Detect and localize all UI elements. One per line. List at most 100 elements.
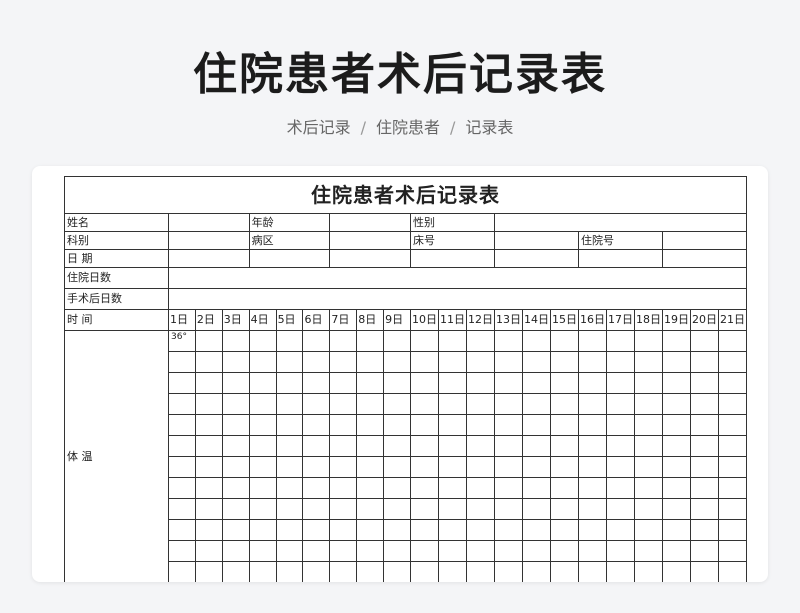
temperature-cell [168, 435, 196, 457]
temperature-cell [494, 561, 524, 582]
temperature-cell [302, 372, 331, 394]
postop-days-label: 手术后日数 [64, 288, 169, 310]
temperature-cell [168, 561, 196, 582]
page-title: 住院患者术后记录表 [193, 49, 607, 100]
temperature-cell [221, 393, 250, 415]
info-row-2: 科别 病区 床号 住院号 [64, 231, 748, 250]
temperature-cell [690, 435, 720, 457]
day-header-cell: 18日 [634, 309, 664, 331]
temperature-cell [466, 351, 496, 373]
temperature-cell [275, 477, 304, 499]
temperature-cell [329, 540, 358, 562]
temperature-cell [329, 498, 358, 520]
temperature-cell [168, 393, 196, 415]
date-cell [248, 249, 331, 268]
temperature-cell [302, 561, 331, 582]
temperature-cell [522, 372, 552, 394]
breadcrumb-separator: / [360, 118, 366, 137]
temperature-cell [248, 477, 277, 499]
temperature-cell [438, 540, 468, 562]
temperature-cell [438, 456, 468, 478]
temperature-cell [438, 414, 468, 436]
temperature-cell [275, 393, 304, 415]
temperature-cell [410, 372, 440, 394]
temperature-cell [718, 540, 748, 562]
temperature-cell [494, 372, 524, 394]
temperature-cell [248, 372, 277, 394]
temperature-cell [466, 456, 496, 478]
hospital-days-cell [167, 267, 748, 289]
time-row: 时 间 1日 2日 3日 4日 5日 6日 7日 8日 9日 10日 11日 12日 13日 14日 15日… [64, 309, 748, 331]
temperature-cell [662, 477, 692, 499]
temperature-cell [494, 456, 524, 478]
temperature-cell [438, 393, 468, 415]
temperature-cell [194, 393, 223, 415]
temperature-cell [718, 456, 748, 478]
temperature-cell [690, 372, 720, 394]
temperature-cell [302, 498, 331, 520]
temperature-cell [606, 477, 636, 499]
temperature-cell [494, 330, 524, 352]
temperature-cell [634, 477, 664, 499]
temperature-cell [550, 393, 580, 415]
temperature-cell [662, 414, 692, 436]
breadcrumb-item[interactable]: 住院患者 [376, 118, 440, 137]
day-header-cell: 8日 [356, 309, 385, 331]
temperature-cell [662, 456, 692, 478]
date-cell [410, 249, 496, 268]
temperature-cell [275, 330, 304, 352]
temperature-cell [356, 561, 385, 582]
temperature-cell [690, 561, 720, 582]
temperature-cell [690, 330, 720, 352]
temperature-cell [634, 351, 664, 373]
temperature-cell [248, 393, 277, 415]
temperature-cell [550, 435, 580, 457]
temperature-cell [168, 372, 196, 394]
postop-days-cell [167, 288, 748, 310]
temperature-cell [606, 435, 636, 457]
day-header-cell: 12日 [466, 309, 496, 331]
temperature-cell [221, 330, 250, 352]
temperature-cell [606, 456, 636, 478]
temperature-cell [329, 351, 358, 373]
temperature-cell [718, 414, 748, 436]
temperature-cell [329, 330, 358, 352]
temperature-cell [248, 330, 277, 352]
temperature-cell [248, 456, 277, 478]
temperature-cell [410, 477, 440, 499]
day-header-cell: 10日 [410, 309, 440, 331]
temperature-cell [438, 477, 468, 499]
breadcrumb-item[interactable]: 术后记录 [287, 118, 351, 137]
info-row-1: 姓名 年龄 性别 [64, 213, 748, 232]
temperature-cell [690, 456, 720, 478]
temperature-cell [494, 351, 524, 373]
temperature-cell [662, 561, 692, 582]
temperature-cell [410, 393, 440, 415]
temperature-cell [356, 330, 385, 352]
temperature-cell [329, 477, 358, 499]
temperature-cell [662, 330, 692, 352]
temperature-grid-row: 体 温 36° [64, 330, 748, 582]
temperature-scale-mark: 36° [168, 330, 196, 352]
sheet-title-row: 住院患者术后记录表 [63, 176, 748, 214]
temperature-cell [275, 498, 304, 520]
temperature-cell [690, 351, 720, 373]
date-cell [329, 249, 412, 268]
temperature-cell [550, 351, 580, 373]
temperature-cell [302, 456, 331, 478]
breadcrumb-item[interactable]: 记录表 [465, 118, 513, 137]
temperature-cell [662, 351, 692, 373]
temperature-cell [356, 456, 385, 478]
temperature-cell [550, 561, 580, 582]
temperature-cell [718, 351, 748, 373]
temperature-cell [578, 351, 608, 373]
temperature-cell [494, 498, 524, 520]
temperature-cell [438, 561, 468, 582]
temperature-cell [168, 456, 196, 478]
day-header-cell: 7日 [329, 309, 358, 331]
day-header-cell: 11日 [438, 309, 468, 331]
temperature-cell [302, 414, 331, 436]
temperature-cell [168, 540, 196, 562]
name-label: 姓名 [64, 213, 169, 232]
temperature-cell [302, 351, 331, 373]
